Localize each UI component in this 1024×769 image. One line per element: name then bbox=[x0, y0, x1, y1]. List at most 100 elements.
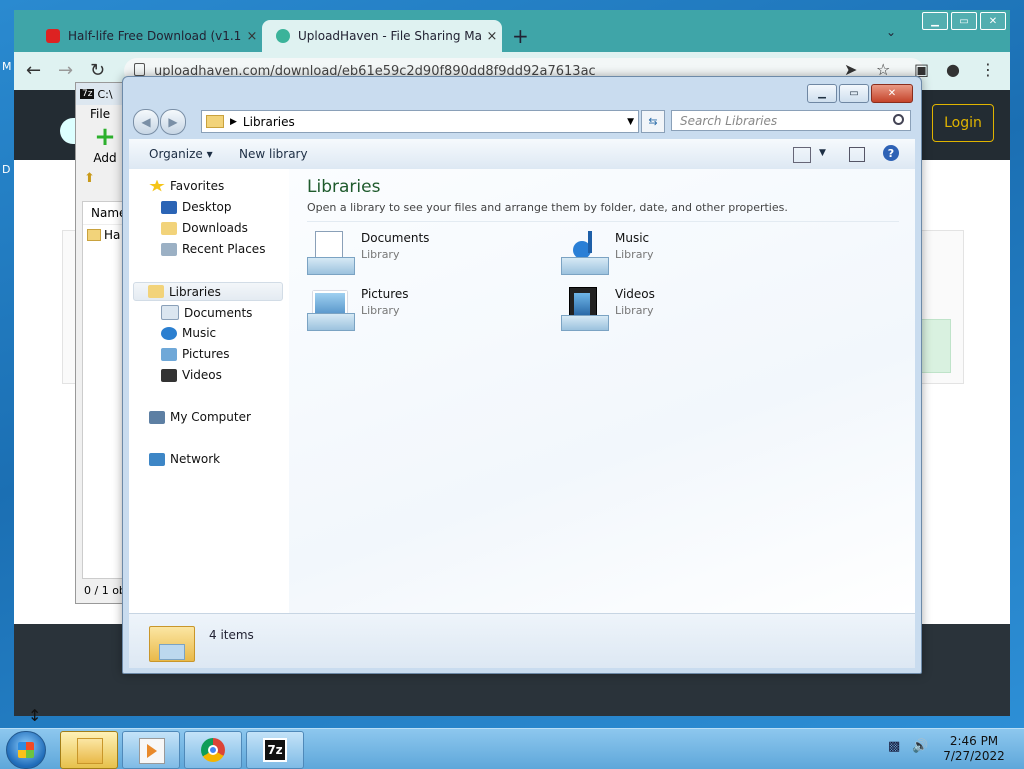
tab-search-chevron-icon[interactable]: ⌄ bbox=[886, 25, 896, 39]
lock-red-icon bbox=[46, 29, 60, 43]
address-dropdown-icon[interactable]: ▼ bbox=[627, 117, 634, 127]
desktop-icon bbox=[161, 200, 177, 214]
nav-libraries[interactable]: Libraries bbox=[133, 282, 283, 301]
nav-label: Downloads bbox=[182, 221, 248, 235]
tab-uploadhaven[interactable]: UploadHaven - File Sharing Mad × bbox=[262, 20, 502, 52]
taskbar-chrome[interactable] bbox=[184, 731, 242, 769]
nav-network[interactable]: Network bbox=[149, 452, 220, 466]
clock[interactable]: 2:46 PM 7/27/2022 bbox=[928, 734, 1020, 764]
library-music[interactable]: Music Library bbox=[561, 231, 653, 277]
organize-label: Organize bbox=[149, 147, 203, 161]
nav-label: Recent Places bbox=[182, 242, 266, 256]
computer-icon bbox=[149, 410, 165, 424]
minimize-button[interactable]: ▁ bbox=[807, 84, 837, 103]
minimize-button[interactable]: ▁ bbox=[922, 12, 948, 30]
breadcrumb[interactable]: Libraries bbox=[243, 115, 295, 129]
download-button[interactable] bbox=[919, 319, 951, 373]
forward-arrow-icon[interactable]: → bbox=[58, 60, 73, 81]
start-button[interactable] bbox=[6, 731, 46, 769]
libraries-icon bbox=[148, 285, 164, 298]
clock-time: 2:46 PM bbox=[949, 734, 999, 748]
tab-strip: Half-life Free Download (v1.1.0.8 × Uplo… bbox=[14, 10, 1010, 52]
explorer-window: ▁ ▭ ✕ ◀ ▶ ▶ Libraries ▼ ⇆ Search Librari… bbox=[122, 76, 922, 674]
status-text: 0 / 1 ob bbox=[84, 584, 126, 597]
back-arrow-icon[interactable]: ◀ bbox=[133, 109, 159, 135]
pictures-library-icon bbox=[307, 287, 355, 333]
help-icon[interactable]: ? bbox=[883, 145, 899, 161]
nav-videos[interactable]: Videos bbox=[161, 368, 222, 382]
maximize-button[interactable]: ▭ bbox=[839, 84, 869, 103]
chrome-window-buttons: ▁ ▭ ✕ bbox=[922, 12, 1006, 30]
library-name: Pictures bbox=[361, 287, 409, 301]
forward-arrow-icon[interactable]: ▶ bbox=[160, 109, 186, 135]
nav-label: My Computer bbox=[170, 410, 251, 424]
navigation-pane: Favorites Desktop Downloads Recent Place… bbox=[129, 169, 290, 613]
nav-my-computer[interactable]: My Computer bbox=[149, 410, 251, 424]
library-videos[interactable]: Videos Library bbox=[561, 287, 655, 333]
taskbar: 7z ▩ 🔊 2:46 PM 7/27/2022 bbox=[0, 728, 1024, 769]
music-note-icon bbox=[161, 326, 177, 340]
desktop-icon-label[interactable]: D bbox=[2, 163, 10, 176]
folder-icon bbox=[87, 229, 101, 241]
library-type: Library bbox=[361, 304, 400, 317]
details-pane: 4 items bbox=[129, 613, 915, 668]
desktop-icon-label[interactable]: M bbox=[2, 60, 12, 73]
nav-music[interactable]: Music bbox=[161, 326, 216, 340]
organize-button[interactable]: Organize ▾ bbox=[149, 147, 213, 161]
folder-icon bbox=[77, 738, 103, 764]
nav-label: Music bbox=[182, 326, 217, 340]
new-tab-button[interactable]: + bbox=[512, 24, 529, 48]
tab-half-life[interactable]: Half-life Free Download (v1.1.0.8 × bbox=[32, 20, 262, 52]
library-type: Library bbox=[361, 248, 400, 261]
network-tray-icon[interactable]: ▩ bbox=[888, 739, 900, 754]
sevenzip-title: C:\ bbox=[97, 87, 113, 101]
tab-title: Half-life Free Download (v1.1.0.8 bbox=[68, 29, 242, 43]
close-button[interactable]: ✕ bbox=[980, 12, 1006, 30]
menu-dots-icon[interactable]: ⋮ bbox=[980, 60, 996, 79]
lock-icon[interactable] bbox=[134, 63, 145, 76]
nav-pictures[interactable]: Pictures bbox=[161, 347, 230, 361]
view-dropdown-icon[interactable]: ▼ bbox=[819, 148, 826, 158]
maximize-button[interactable]: ▭ bbox=[951, 12, 977, 30]
library-type: Library bbox=[615, 304, 654, 317]
search-icon[interactable] bbox=[893, 114, 904, 125]
nav-documents[interactable]: Documents bbox=[161, 305, 252, 320]
nav-favorites[interactable]: Favorites bbox=[149, 179, 224, 193]
back-arrow-icon[interactable]: ← bbox=[26, 60, 41, 81]
library-name: Music bbox=[615, 231, 650, 245]
library-documents[interactable]: Documents Library bbox=[307, 231, 429, 277]
nav-downloads[interactable]: Downloads bbox=[161, 221, 248, 235]
chrome-icon bbox=[201, 738, 225, 762]
nav-desktop[interactable]: Desktop bbox=[161, 200, 232, 214]
reload-icon[interactable]: ↻ bbox=[90, 60, 105, 81]
library-pictures[interactable]: Pictures Library bbox=[307, 287, 409, 333]
change-view-icon[interactable] bbox=[793, 147, 811, 163]
preview-pane-icon[interactable] bbox=[849, 147, 865, 162]
address-bar[interactable]: ▶ Libraries ▼ bbox=[201, 110, 639, 133]
libraries-folder-icon bbox=[206, 115, 224, 128]
search-placeholder: Search Libraries bbox=[680, 113, 778, 128]
taskbar-explorer[interactable] bbox=[60, 731, 118, 769]
login-button[interactable]: Login bbox=[932, 104, 994, 142]
breadcrumb-arrow-icon[interactable]: ▶ bbox=[230, 117, 237, 127]
search-input[interactable]: Search Libraries bbox=[671, 110, 911, 131]
uploadhaven-favicon-icon bbox=[276, 29, 290, 43]
tab-close-icon[interactable]: × bbox=[482, 29, 502, 44]
new-library-button[interactable]: New library bbox=[239, 147, 308, 161]
nav-label: Videos bbox=[182, 368, 222, 382]
nav-label: Libraries bbox=[169, 284, 221, 299]
volume-icon[interactable]: 🔊 bbox=[912, 739, 928, 754]
sevenzip-icon: 7z bbox=[263, 738, 287, 762]
nav-recent-places[interactable]: Recent Places bbox=[161, 242, 265, 256]
divider bbox=[307, 221, 899, 222]
taskbar-media-player[interactable] bbox=[122, 731, 180, 769]
downloads-folder-icon bbox=[161, 221, 177, 235]
close-button[interactable]: ✕ bbox=[871, 84, 913, 103]
resize-cursor-icon: ↕ bbox=[28, 706, 42, 725]
profile-avatar-icon[interactable]: ● bbox=[946, 60, 960, 79]
tab-close-icon[interactable]: × bbox=[242, 29, 262, 44]
refresh-icon[interactable]: ⇆ bbox=[641, 110, 665, 133]
videos-library-icon bbox=[561, 287, 609, 333]
taskbar-7zip[interactable]: 7z bbox=[246, 731, 304, 769]
library-name: Documents bbox=[361, 231, 430, 245]
